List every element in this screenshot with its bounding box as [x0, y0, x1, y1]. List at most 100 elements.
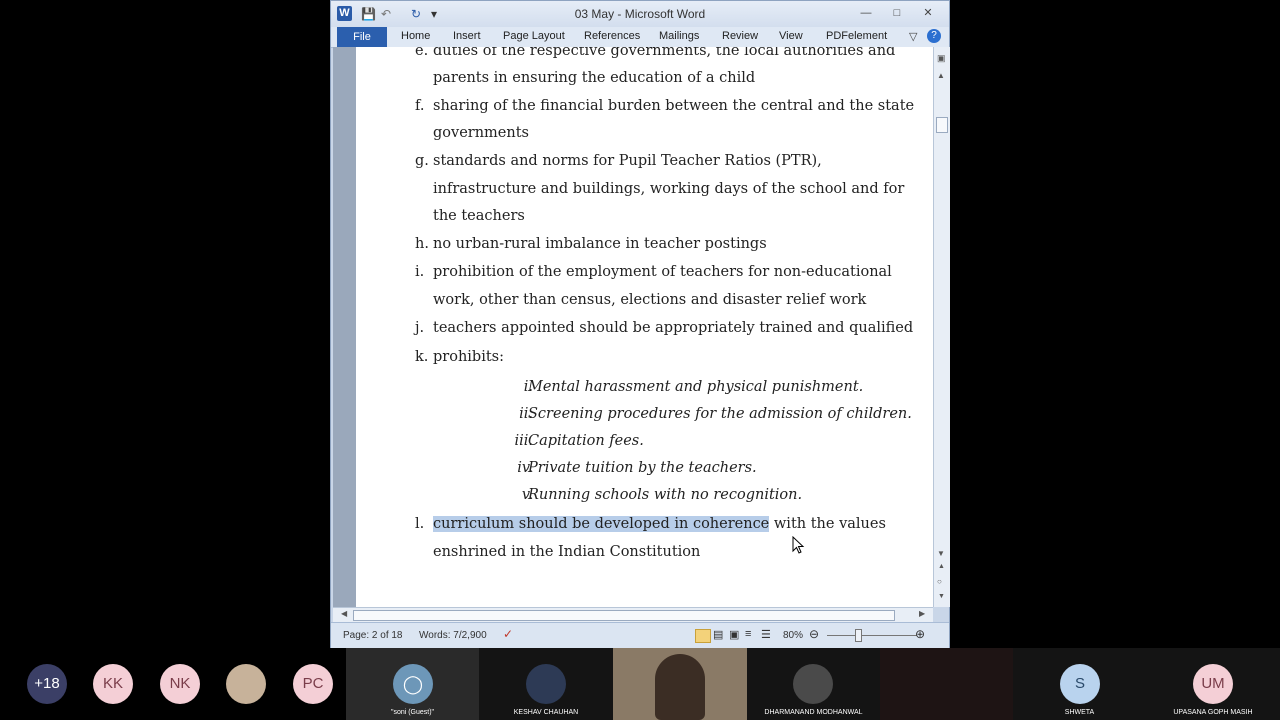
- avatar-initials: PC: [302, 675, 324, 692]
- list-letter: h.: [415, 236, 429, 252]
- participant-name: SHWETA: [1064, 709, 1095, 716]
- doc-line: enshrined in the Indian Constitution: [433, 544, 701, 560]
- horizontal-scroll-thumb[interactable]: [353, 610, 895, 621]
- avatar-initials: S: [1074, 675, 1085, 692]
- presenter-video: [655, 654, 705, 720]
- participant-tile[interactable]: PC: [293, 648, 333, 720]
- avatar-initials: +18: [34, 675, 60, 692]
- participant-tile[interactable]: ◯ "soni (Guest)": [346, 648, 479, 720]
- sub-item-number: iii.: [514, 433, 533, 449]
- participant-name: "soni (Guest)": [390, 709, 435, 716]
- print-layout-icon[interactable]: [695, 629, 711, 643]
- web-layout-icon[interactable]: ▣: [729, 628, 739, 641]
- zoom-out-icon[interactable]: ⊖: [809, 627, 819, 641]
- tab-references[interactable]: References: [584, 30, 640, 42]
- tab-insert[interactable]: Insert: [453, 30, 481, 42]
- previous-page-icon[interactable]: ▲: [938, 563, 945, 570]
- tab-home[interactable]: Home: [401, 30, 430, 42]
- text-selection[interactable]: curriculum should be developed in cohere…: [433, 516, 770, 532]
- document-page[interactable]: e. duties of the respective governments,…: [353, 47, 933, 607]
- page-indicator[interactable]: Page: 2 of 18: [343, 630, 403, 641]
- ruler-toggle-icon[interactable]: ▣: [937, 53, 946, 64]
- avatar-photo: [526, 664, 566, 704]
- scroll-left-icon[interactable]: ◀: [341, 609, 347, 618]
- proofing-icon[interactable]: ✓: [503, 627, 513, 641]
- status-bar: Page: 2 of 18 Words: 7/2,900 ✓ ▤ ▣ ≡ ☰ 8…: [331, 622, 949, 649]
- doc-line: infrastructure and buildings, working da…: [433, 181, 905, 197]
- list-letter: j.: [415, 320, 425, 336]
- participant-tile[interactable]: NK: [160, 648, 200, 720]
- doc-line: duties of the respective governments, th…: [433, 47, 896, 59]
- doc-line: work, other than census, elections and d…: [433, 292, 867, 308]
- help-icon[interactable]: ?: [927, 29, 941, 43]
- scroll-down-icon[interactable]: ▼: [937, 549, 945, 558]
- participant-tile[interactable]: KESHAV CHAUHAN: [479, 648, 613, 720]
- user-icon: ◯: [402, 674, 424, 694]
- close-icon[interactable]: ✕: [917, 5, 939, 21]
- scroll-up-icon[interactable]: ▲: [937, 71, 945, 80]
- title-bar: W 💾 ↶ ↻ ▾ 03 May - Microsoft Word — □ ✕: [331, 1, 949, 27]
- tab-mailings[interactable]: Mailings: [659, 30, 699, 42]
- scroll-right-icon[interactable]: ▶: [919, 609, 925, 618]
- doc-line: teachers appointed should be appropriate…: [433, 320, 914, 336]
- draft-icon[interactable]: ☰: [761, 628, 771, 641]
- participant-video-tile[interactable]: [880, 648, 1013, 720]
- sub-item-number: ii.: [519, 406, 533, 422]
- sub-item-text: Capitation fees.: [528, 433, 644, 449]
- ribbon-minimize-icon[interactable]: ▽: [909, 30, 917, 43]
- word-count[interactable]: Words: 7/2,900: [419, 630, 487, 641]
- sub-item-text: Mental harassment and physical punishmen…: [528, 379, 864, 395]
- zoom-slider-thumb[interactable]: [855, 629, 862, 642]
- horizontal-scrollbar[interactable]: ◀ ▶: [333, 607, 933, 622]
- avatar-initials: UM: [1201, 675, 1225, 692]
- doc-line: sharing of the financial burden between …: [433, 98, 915, 114]
- maximize-icon[interactable]: □: [886, 5, 908, 21]
- avatar: PC: [293, 664, 333, 704]
- participant-video-tile[interactable]: [613, 648, 747, 720]
- avatar: NK: [160, 664, 200, 704]
- select-browse-object-icon[interactable]: ○: [937, 577, 942, 586]
- document-area[interactable]: e. duties of the respective governments,…: [333, 47, 933, 607]
- list-letter: g.: [415, 153, 429, 169]
- tab-pdfelement[interactable]: PDFelement: [826, 30, 887, 42]
- tab-review[interactable]: Review: [722, 30, 758, 42]
- doc-line: no urban-rural imbalance in teacher post…: [433, 236, 767, 252]
- doc-line: prohibits:: [433, 349, 504, 365]
- avatar-photo: [226, 664, 266, 704]
- outline-icon[interactable]: ≡: [745, 628, 751, 640]
- tab-page-layout[interactable]: Page Layout: [503, 30, 565, 42]
- zoom-level[interactable]: 80%: [783, 630, 803, 641]
- full-screen-reading-icon[interactable]: ▤: [713, 628, 723, 641]
- sub-item-text: Screening procedures for the admission o…: [528, 406, 912, 422]
- avatar: +18: [27, 664, 67, 704]
- avatar: ◯: [393, 664, 433, 704]
- participant-tile[interactable]: [226, 648, 266, 720]
- participant-tile[interactable]: S SHWETA: [1013, 648, 1146, 720]
- minimize-icon[interactable]: —: [855, 5, 877, 21]
- next-page-icon[interactable]: ▼: [938, 593, 945, 600]
- vertical-scroll-thumb[interactable]: [936, 117, 948, 133]
- vertical-scrollbar[interactable]: ▣ ▲ ▼ ▲ ○ ▼: [933, 47, 950, 607]
- word-window: W 💾 ↶ ↻ ▾ 03 May - Microsoft Word — □ ✕ …: [330, 0, 950, 649]
- doc-line: curriculum should be developed in cohere…: [433, 516, 886, 532]
- doc-line: standards and norms for Pupil Teacher Ra…: [433, 153, 822, 169]
- tab-file[interactable]: File: [337, 27, 387, 47]
- avatar-initials: NK: [169, 675, 191, 692]
- avatar: KK: [93, 664, 133, 704]
- zoom-in-icon[interactable]: ⊕: [915, 627, 925, 641]
- participant-name: KESHAV CHAUHAN: [513, 709, 579, 716]
- zoom-slider[interactable]: [827, 635, 917, 636]
- list-letter: e.: [415, 47, 429, 59]
- tab-view[interactable]: View: [779, 30, 803, 42]
- avatar: S: [1060, 664, 1100, 704]
- list-letter: k.: [415, 349, 429, 365]
- participant-tile[interactable]: UM UPASANA GOPH MASIH: [1146, 648, 1280, 720]
- doc-line-rest: with the values: [769, 516, 886, 532]
- avatar-initials: KK: [102, 675, 123, 692]
- participant-name: DHARMANAND MODHANWAL: [764, 709, 863, 716]
- participant-tile[interactable]: DHARMANAND MODHANWAL: [747, 648, 880, 720]
- participant-tile[interactable]: KK: [93, 648, 133, 720]
- ribbon-tabs: File Home Insert Page Layout References …: [331, 27, 949, 48]
- doc-line: parents in ensuring the education of a c…: [433, 70, 756, 86]
- participant-tile[interactable]: +18: [0, 648, 93, 720]
